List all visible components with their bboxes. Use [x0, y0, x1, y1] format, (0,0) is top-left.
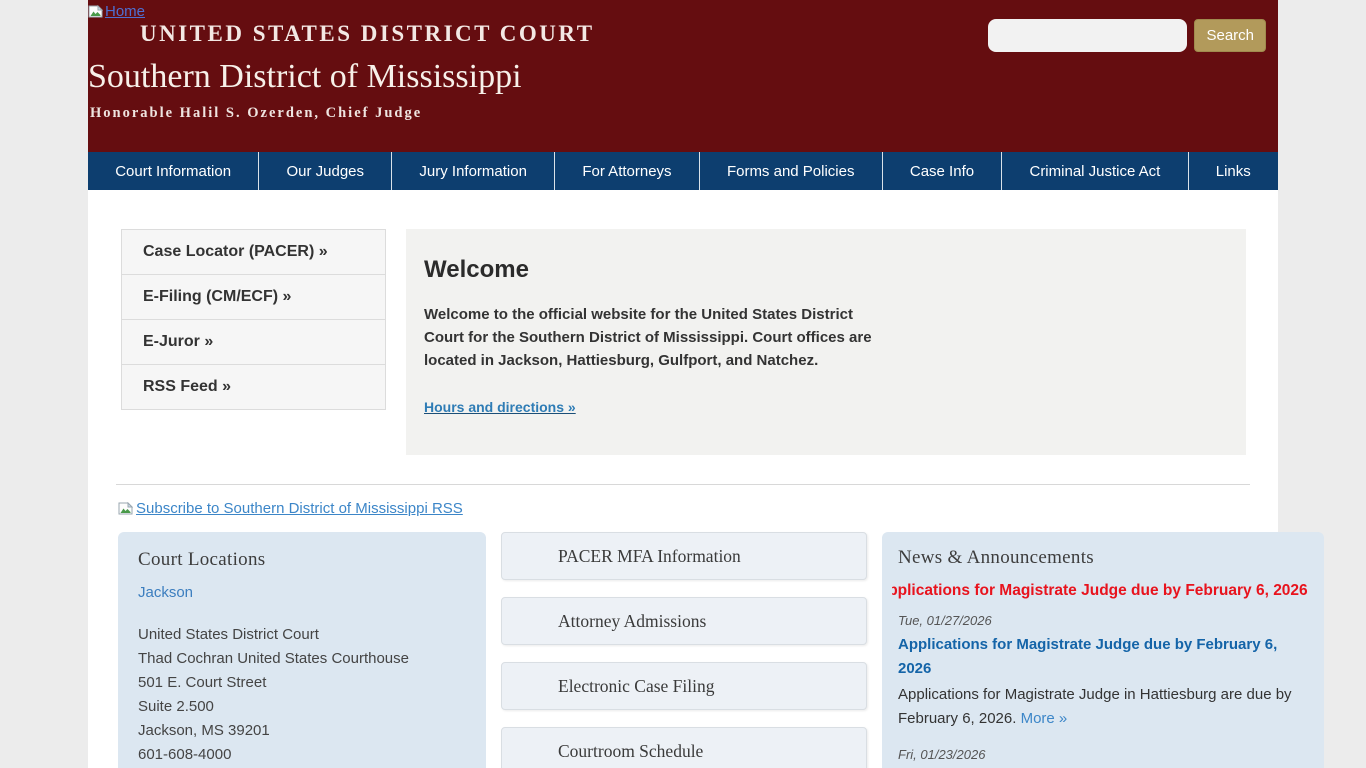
court-name-eyebrow: UNITED STATES DISTRICT COURT	[140, 21, 595, 46]
rss-subscribe-label: Subscribe to Southern District of Missis…	[136, 500, 463, 517]
main-content: Case Locator (PACER) » E-Filing (CM/ECF)…	[88, 190, 1324, 768]
service-card-courtroom-schedule[interactable]: Courtroom Schedule	[501, 727, 867, 768]
quicklink-e-filing-cmecf[interactable]: E-Filing (CM/ECF) »	[122, 275, 385, 320]
quicklink-case-locator-pacer[interactable]: Case Locator (PACER) »	[122, 230, 385, 275]
nav-item-case-info[interactable]: Case Info	[881, 152, 1002, 190]
address-line: Suite 2.500	[138, 698, 214, 715]
welcome-body: Welcome to the official website for the …	[424, 306, 872, 369]
news-item-body-text: Applications for Magistrate Judge in Hat…	[898, 686, 1292, 727]
services-column: PACER MFA Information Attorney Admission…	[501, 532, 867, 768]
site-header: Home UNITED STATES DISTRICT COURT Southe…	[88, 0, 1278, 152]
service-card-electronic-case-filing[interactable]: Electronic Case Filing	[501, 662, 867, 710]
news-item-title-link[interactable]: Applications for Magistrate Judge due by…	[898, 633, 1308, 681]
news-item: Fri, 01/23/2026 Jackson, MS Inclement We…	[898, 747, 1308, 768]
news-announcements-panel: News & Announcements Applications for Ma…	[882, 532, 1324, 768]
court-locations-panel: Court Locations Jackson United States Di…	[118, 532, 486, 768]
service-card-pacer-mfa-information[interactable]: PACER MFA Information	[501, 532, 867, 580]
news-item-date: Fri, 01/23/2026	[898, 747, 986, 762]
nav-item-criminal-justice-act[interactable]: Criminal Justice Act	[1001, 152, 1187, 190]
address-line: 501 E. Court Street	[138, 674, 267, 691]
main-nav: Court Information Our Judges Jury Inform…	[88, 152, 1278, 190]
quicklink-e-juror[interactable]: E-Juror »	[122, 320, 385, 365]
news-more-link[interactable]: More »	[1021, 710, 1068, 727]
home-link-label: Home	[105, 3, 146, 20]
news-ticker-text: Applications for Magistrate Judge due by…	[892, 582, 1308, 599]
page: Home UNITED STATES DISTRICT COURT Southe…	[88, 0, 1324, 768]
news-heading: News & Announcements	[898, 547, 1094, 568]
horizontal-divider	[116, 484, 1250, 485]
broken-image-icon	[88, 5, 103, 18]
page-title: Southern District of Mississippi	[88, 58, 522, 95]
address-line: 601-608-4000	[138, 746, 232, 763]
address-line: Thad Cochran United States Courthouse	[138, 650, 409, 667]
jackson-location-link[interactable]: Jackson	[138, 584, 193, 601]
news-item-body: Applications for Magistrate Judge in Hat…	[898, 683, 1308, 731]
address-block: United States District Court Thad Cochra…	[138, 623, 466, 767]
news-item: Tue, 01/27/2026 Applications for Magistr…	[898, 613, 1308, 731]
nav-item-links[interactable]: Links	[1187, 152, 1278, 190]
address-line: Jackson, MS 39201	[138, 722, 270, 739]
news-item-date: Tue, 01/27/2026	[898, 613, 992, 628]
broken-image-icon	[118, 502, 133, 515]
nav-item-jury-information[interactable]: Jury Information	[391, 152, 554, 190]
nav-item-court-information[interactable]: Court Information	[88, 152, 258, 190]
rss-subscribe-link[interactable]: Subscribe to Southern District of Missis…	[118, 500, 463, 517]
hours-directions-link[interactable]: Hours and directions »	[424, 399, 576, 415]
nav-item-forms-and-policies[interactable]: Forms and Policies	[698, 152, 882, 190]
address-line: United States District Court	[138, 626, 319, 643]
home-link[interactable]: Home	[88, 3, 145, 20]
search-area: Search	[988, 19, 1266, 52]
nav-item-our-judges[interactable]: Our Judges	[258, 152, 391, 190]
quicklinks-box: Case Locator (PACER) » E-Filing (CM/ECF)…	[121, 229, 386, 410]
court-locations-heading: Court Locations	[138, 549, 266, 570]
top-row: Case Locator (PACER) » E-Filing (CM/ECF)…	[88, 190, 1278, 455]
chief-judge-line: Honorable Halil S. Ozerden, Chief Judge	[90, 105, 423, 121]
news-ticker[interactable]: Applications for Magistrate Judge due by…	[892, 582, 1308, 605]
quicklink-rss-feed[interactable]: RSS Feed »	[122, 365, 385, 409]
search-button[interactable]: Search	[1194, 19, 1266, 52]
service-card-attorney-admissions[interactable]: Attorney Admissions	[501, 597, 867, 645]
welcome-panel: Welcome Welcome to the official website …	[406, 229, 1246, 455]
nav-item-for-attorneys[interactable]: For Attorneys	[554, 152, 699, 190]
search-input[interactable]	[988, 19, 1188, 52]
welcome-heading: Welcome	[424, 256, 529, 283]
bottom-columns: Court Locations Jackson United States Di…	[118, 532, 1324, 768]
